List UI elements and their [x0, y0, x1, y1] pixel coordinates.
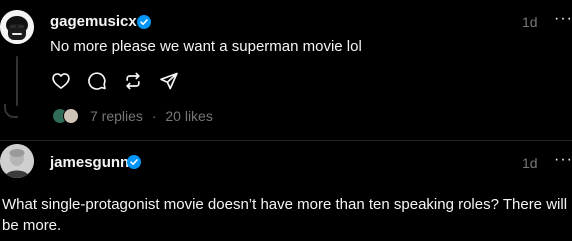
post-text: No more please we want a superman movie … [50, 38, 362, 55]
comment-icon [88, 72, 106, 90]
post-time: 1d [522, 155, 538, 171]
post-stats: 7 replies · 20 likes [90, 108, 213, 124]
verified-badge-icon [127, 155, 141, 169]
repost-icon [126, 72, 140, 90]
username[interactable]: jamesgunn [50, 154, 129, 171]
stats-separator: · [151, 108, 157, 124]
avatar-image [0, 144, 34, 178]
thread-line [16, 56, 18, 106]
likes-count[interactable]: 20 likes [165, 108, 212, 124]
thread-connector [4, 104, 18, 118]
post-divider [0, 140, 572, 141]
post-time: 1d [522, 14, 538, 30]
replies-count[interactable]: 7 replies [90, 108, 143, 124]
replier-avatar [63, 108, 79, 124]
post-actions [50, 70, 180, 92]
post-text: What single-protagonist movie doesn’t ha… [2, 196, 568, 234]
username[interactable]: gagemusicx [50, 13, 137, 30]
repost-button[interactable] [122, 70, 144, 92]
avatar-jamesgunn[interactable] [0, 144, 34, 178]
avatar-gagemusicx[interactable] [0, 10, 34, 44]
share-icon [160, 72, 178, 90]
reply-button[interactable] [86, 70, 108, 92]
heart-icon [52, 73, 70, 89]
avatar-image [0, 10, 34, 44]
replier-avatars[interactable] [52, 108, 82, 126]
more-options-button[interactable]: ··· [554, 10, 572, 28]
share-button[interactable] [158, 70, 180, 92]
like-button[interactable] [50, 70, 72, 92]
verified-badge-icon [137, 15, 151, 29]
more-options-button[interactable]: ··· [554, 151, 572, 169]
